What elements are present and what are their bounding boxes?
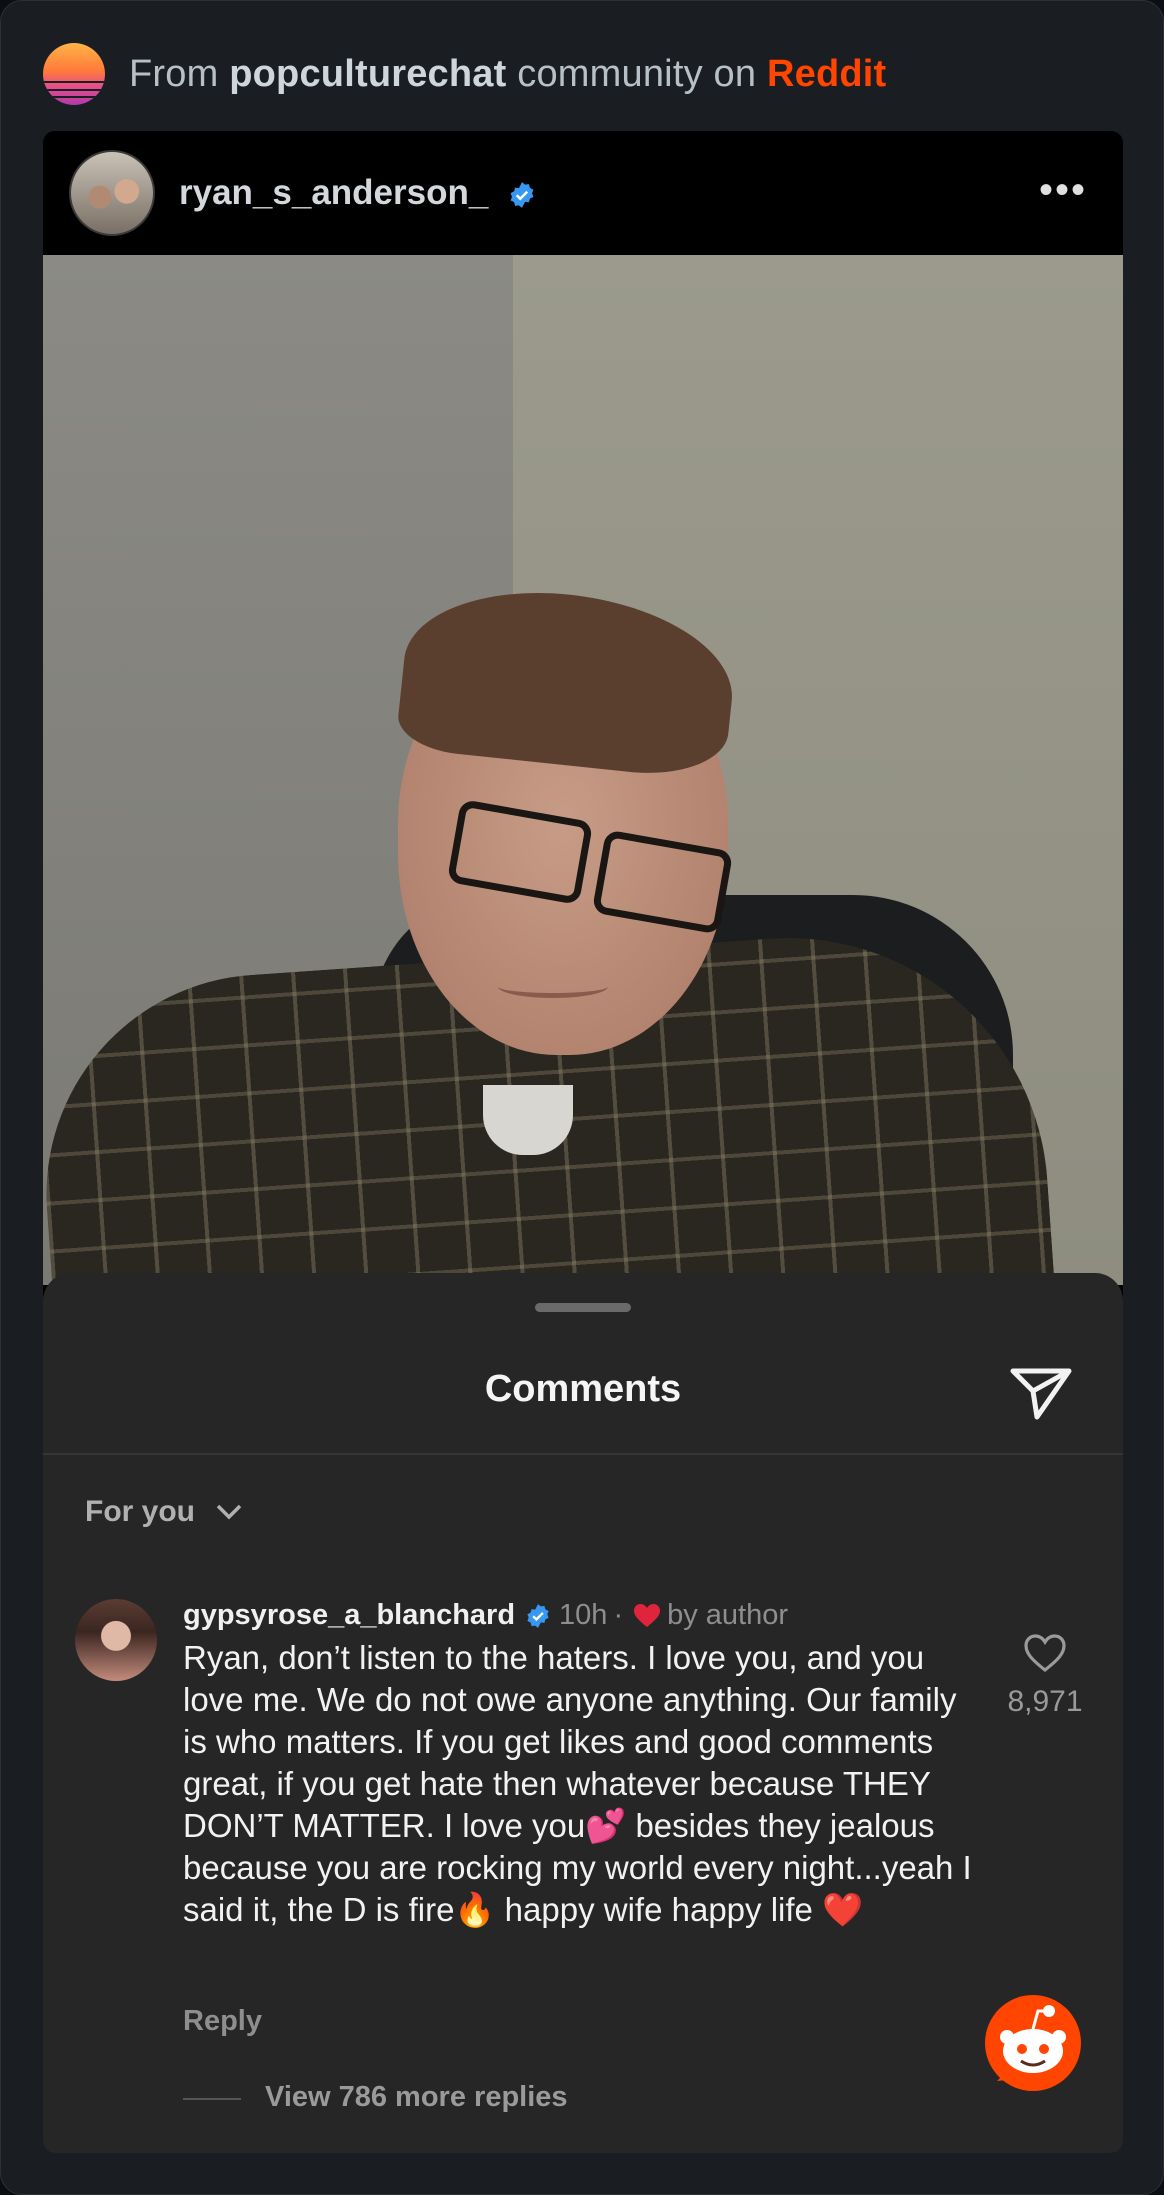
header-prefix: From <box>129 52 219 95</box>
reply-button[interactable]: Reply <box>183 2005 262 2038</box>
verified-badge-icon <box>527 1603 549 1628</box>
sheet-divider <box>43 1453 1123 1455</box>
header-middle: community on <box>517 52 757 95</box>
like-heart-icon[interactable] <box>1023 1633 1067 1673</box>
liked-by-author: by author <box>667 1599 789 1631</box>
send-icon[interactable] <box>1009 1365 1073 1423</box>
reddit-link[interactable]: Reddit <box>767 53 886 95</box>
reddit-snoo-icon[interactable] <box>983 1993 1083 2093</box>
embed-card: From popculturechat community on Reddit … <box>0 0 1164 2195</box>
replies-line <box>183 2098 241 2100</box>
community-icon[interactable] <box>43 43 105 105</box>
comment-body: Ryan, don’t listen to the haters. I love… <box>183 1639 972 1928</box>
filter-label: For you <box>85 1495 195 1528</box>
header-text: From popculturechat community on Reddit <box>129 53 886 96</box>
heart-icon <box>634 1603 661 1627</box>
embed-header: From popculturechat community on Reddit <box>43 43 886 105</box>
sort-filter-dropdown[interactable]: For you <box>85 1495 243 1529</box>
separator: · <box>613 1599 624 1631</box>
comment-avatar[interactable] <box>75 1599 157 1681</box>
post-avatar[interactable] <box>69 150 155 236</box>
post-photo <box>43 255 1123 1285</box>
community-link[interactable]: popculturechat <box>229 53 506 95</box>
post-username-text[interactable]: ryan_s_anderson_ <box>179 173 488 212</box>
post-username[interactable]: ryan_s_anderson_ <box>179 173 536 213</box>
comments-sheet: Comments For you gypsyrose_a_blanchard 1… <box>43 1273 1123 2153</box>
comment-header: gypsyrose_a_blanchard 10h · by author <box>183 1599 788 1632</box>
verified-badge-icon <box>510 181 534 208</box>
comment-username[interactable]: gypsyrose_a_blanchard <box>183 1599 515 1632</box>
more-horizontal-icon[interactable]: ••• <box>1039 170 1087 210</box>
sheet-drag-handle[interactable] <box>535 1303 631 1312</box>
sheet-title: Comments <box>484 1368 682 1410</box>
post-header: ryan_s_anderson_ ••• <box>43 131 1123 255</box>
comment-time: 10h <box>559 1599 608 1631</box>
view-replies-button[interactable]: View 786 more replies <box>265 2081 568 2114</box>
chevron-down-icon <box>216 1504 242 1520</box>
instagram-embed: ryan_s_anderson_ ••• Comments For you gy… <box>43 131 1123 2153</box>
like-count: 8,971 <box>1007 1685 1083 1718</box>
